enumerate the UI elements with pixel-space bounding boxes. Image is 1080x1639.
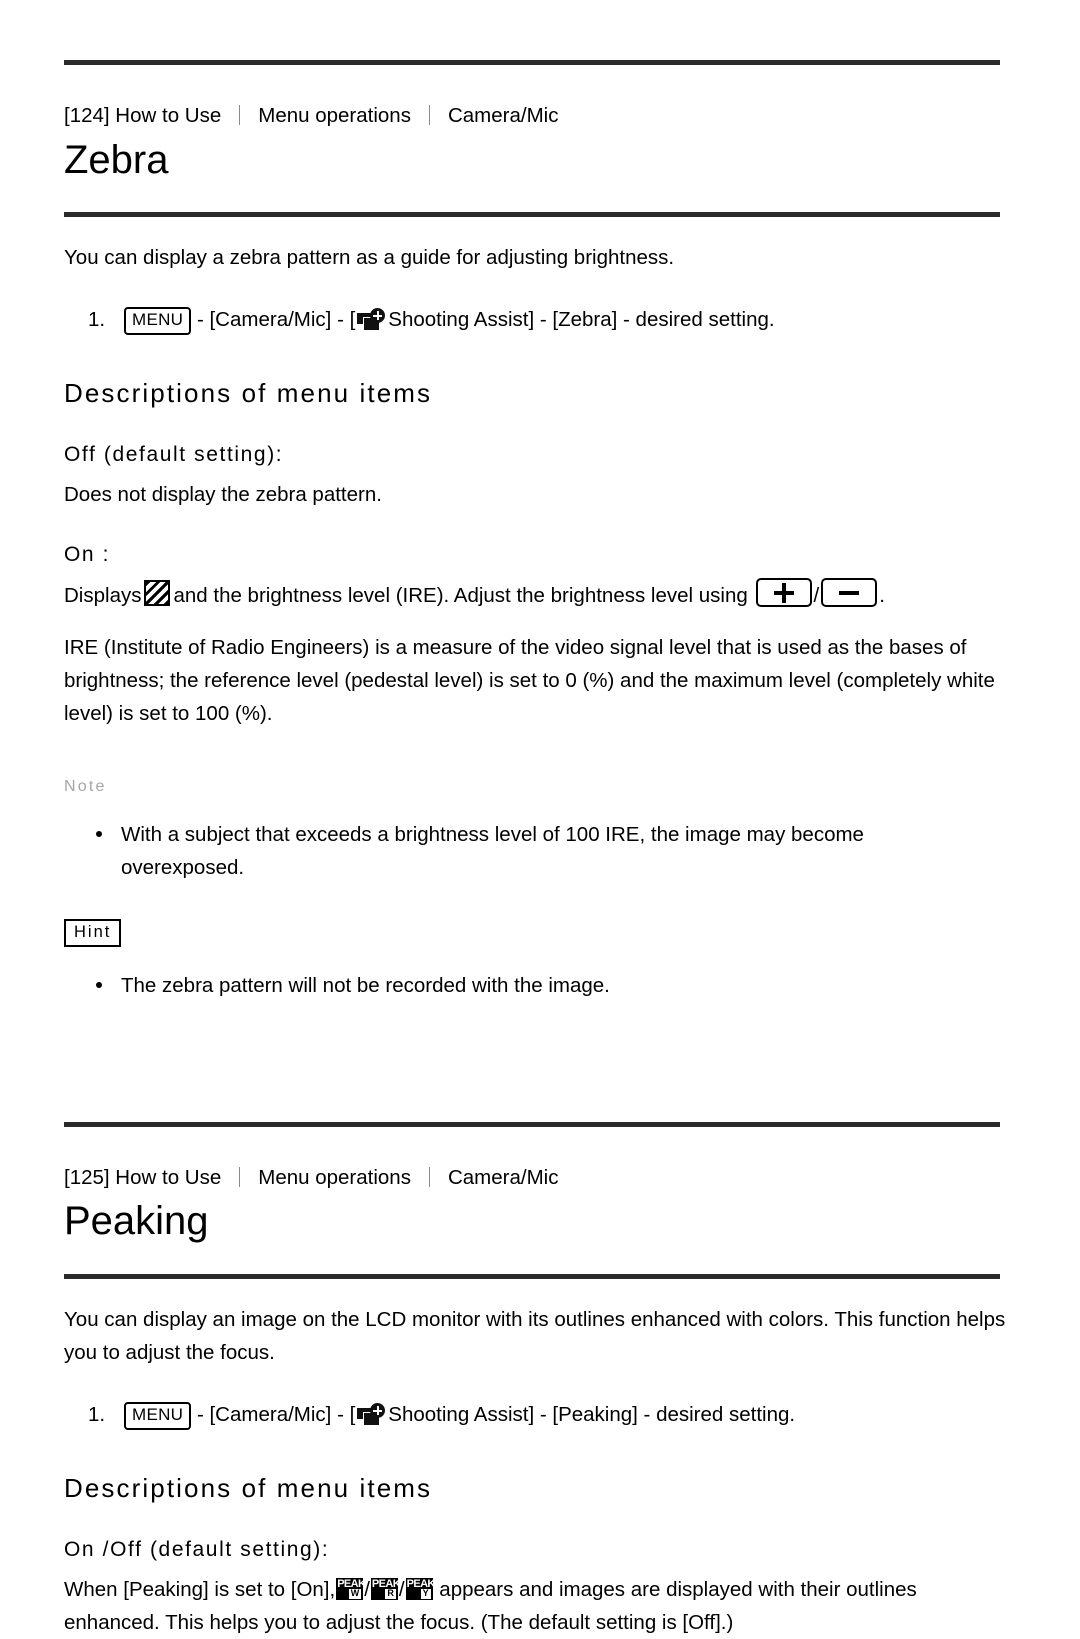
zebra-pattern-icon — [144, 580, 171, 607]
ire-explanation-paragraph: IRE (Institute of Radio Engineers) is a … — [64, 635, 995, 726]
note-label: Note — [64, 778, 107, 796]
breadcrumb: [124] How to Use Menu operations Camera/Mi… — [64, 103, 1016, 129]
peaking-text-part1: When [Peaking] is set to [On], — [64, 1577, 336, 1601]
icon-separator: / — [398, 1577, 405, 1601]
breadcrumb-item-menu-operations: Menu operations — [258, 1165, 411, 1189]
icon-separator: / — [364, 1577, 370, 1601]
breadcrumb-separator-icon — [428, 105, 430, 125]
brightness-increase-button[interactable] — [755, 578, 812, 608]
page-title-peaking: Peaking — [64, 1199, 209, 1244]
step-number: 1. — [88, 308, 106, 332]
page-title-zebra: Zebra — [64, 137, 169, 182]
note-bullet-list: With a subject that exceeds a brightness… — [64, 818, 1016, 884]
menu-item-text-off: Does not display the zebra pattern. — [64, 482, 382, 506]
menu-item-text-on: Displays and the brightness level (IRE). … — [64, 578, 1016, 612]
list-item: With a subject that exceeds a brightness… — [94, 818, 951, 884]
menu-item-label-off: Off (default setting): — [64, 442, 284, 466]
menu-item-label-on: On : — [64, 543, 111, 567]
breadcrumb-page-ref: [124] How to Use — [64, 104, 222, 127]
intro-paragraph-zebra: You can display a zebra pattern as a gui… — [64, 245, 675, 269]
section-divider-peaking — [64, 1121, 1000, 1127]
breadcrumb-item-camera-mic: Camera/Mic — [447, 1165, 559, 1189]
menu-step-peaking: 1. MENU - [Camera/Mic] - [ Shooting Assist… — [64, 1399, 1016, 1432]
shooting-assist-icon — [357, 308, 387, 332]
breadcrumb-separator-icon — [428, 1166, 430, 1187]
descriptions-heading-zebra: Descriptions of menu items — [64, 377, 433, 408]
peak-white-icon: PEAK W — [336, 1577, 364, 1600]
intro-paragraph-peaking: You can display an image on the LCD moni… — [64, 1307, 1006, 1364]
shooting-assist-icon — [357, 1403, 387, 1427]
breadcrumb-item-menu-operations: Menu operations — [258, 104, 411, 127]
peak-icon-color-badge: Y — [420, 1588, 431, 1599]
breadcrumb-page-ref: [125] How to Use — [64, 1165, 222, 1189]
descriptions-heading-peaking: Descriptions of menu items — [64, 1472, 433, 1503]
peak-yellow-icon: PEAK Y — [405, 1577, 433, 1600]
brightness-decrease-button[interactable] — [821, 578, 878, 608]
breadcrumb-separator-icon — [239, 1166, 241, 1187]
menu-item-label-on-off: On /Off (default setting): — [64, 1537, 330, 1561]
step-text-before-icon: - [Camera/Mic] - [ — [196, 308, 356, 332]
menu-button[interactable]: MENU — [124, 1402, 192, 1430]
breadcrumb: [125] How to Use Menu operations Camera/Mi… — [64, 1165, 1016, 1191]
section-divider-top — [64, 60, 1000, 65]
hint-label: Hint — [64, 918, 122, 947]
peak-red-icon: PEAK R — [370, 1577, 398, 1600]
on-text-part2: and the brightness level (IRE). Adjust t… — [173, 584, 748, 608]
peak-icon-color-badge: W — [348, 1588, 362, 1599]
breadcrumb-item-camera-mic: Camera/Mic — [447, 104, 559, 127]
on-text-part1: Displays — [64, 584, 142, 608]
breadcrumb-separator-icon — [239, 105, 241, 125]
step-text-after-icon: Shooting Assist] - [Zebra] - desired set… — [388, 308, 775, 332]
hint-bullet-list: The zebra pattern will not be recorded w… — [64, 969, 1016, 1002]
on-text-part3: . — [879, 584, 885, 608]
button-separator: / — [813, 584, 820, 608]
list-item: The zebra pattern will not be recorded w… — [94, 969, 951, 1002]
peaking-description-paragraph: When [Peaking] is set to [On], PEAK W / PEAK… — [64, 1573, 1014, 1639]
menu-button[interactable]: MENU — [124, 307, 192, 335]
menu-step-zebra: 1. MENU - [Camera/Mic] - [ Shooting Assist… — [64, 304, 1016, 337]
step-text-before-icon: - [Camera/Mic] - [ — [196, 1403, 356, 1427]
peak-icon-color-badge: R — [385, 1588, 396, 1599]
document-page: [124] How to Use Menu operations Camera/Mi… — [0, 60, 1080, 1634]
step-text-after-icon: Shooting Assist] - [Peaking] - desired s… — [388, 1403, 796, 1427]
step-number: 1. — [88, 1403, 106, 1427]
